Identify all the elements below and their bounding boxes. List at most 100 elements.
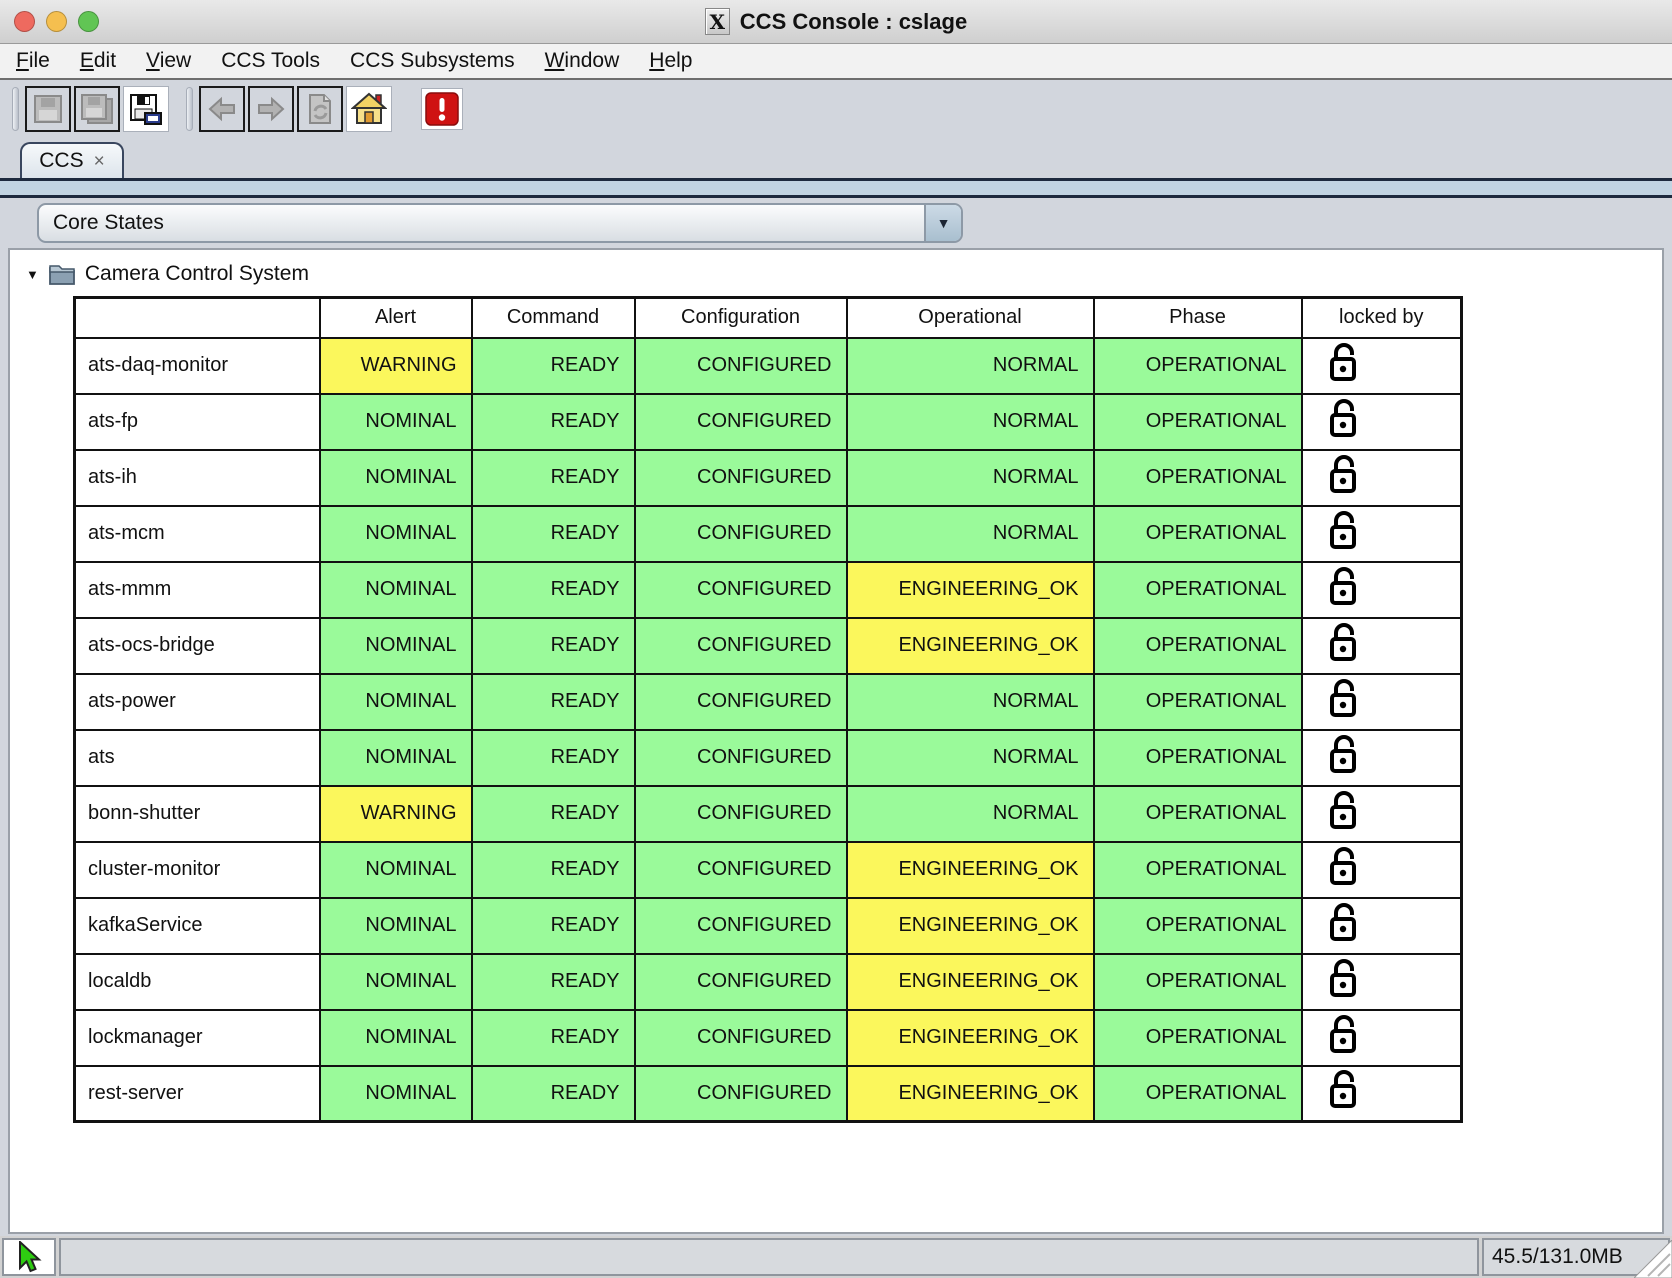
status-cell: ENGINEERING_OK	[847, 618, 1094, 674]
view-selector-dropdown[interactable]: Core States ▼	[37, 203, 963, 243]
subsystem-name: ats	[75, 730, 320, 786]
subsystem-state-table: AlertCommandConfigurationOperationalPhas…	[73, 296, 1463, 1123]
tab-ccs[interactable]: CCS ×	[20, 142, 124, 178]
status-cell: CONFIGURED	[635, 506, 847, 562]
status-cell: WARNING	[320, 338, 472, 394]
menu-item-ccs-subsystems[interactable]: CCS Subsystems	[350, 49, 515, 73]
status-cell: NORMAL	[847, 506, 1094, 562]
table-row-ats-mcm[interactable]: ats-mcmNOMINALREADYCONFIGUREDNORMALOPERA…	[75, 506, 1462, 562]
table-row-ats-ocs-bridge[interactable]: ats-ocs-bridgeNOMINALREADYCONFIGUREDENGI…	[75, 618, 1462, 674]
subsystem-name: rest-server	[75, 1066, 320, 1122]
menu-item-ccs-tools[interactable]: CCS Tools	[221, 49, 320, 73]
floppy-icon	[32, 93, 64, 125]
home-button[interactable]	[346, 86, 392, 132]
status-cell: OPERATIONAL	[1094, 842, 1302, 898]
locked-by-cell	[1302, 842, 1462, 898]
status-cell: NOMINAL	[320, 674, 472, 730]
table-row-kafkaService[interactable]: kafkaServiceNOMINALREADYCONFIGUREDENGINE…	[75, 898, 1462, 954]
subsystem-name: bonn-shutter	[75, 786, 320, 842]
status-cell: READY	[472, 562, 635, 618]
tab-close-icon[interactable]: ×	[94, 152, 105, 171]
locked-by-cell	[1302, 1066, 1462, 1122]
table-row-ats-ih[interactable]: ats-ihNOMINALREADYCONFIGUREDNORMALOPERAT…	[75, 450, 1462, 506]
table-row-cluster-monitor[interactable]: cluster-monitorNOMINALREADYCONFIGUREDENG…	[75, 842, 1462, 898]
save-as-button[interactable]	[123, 86, 169, 132]
home-icon	[351, 92, 387, 126]
table-row-ats-mmm[interactable]: ats-mmmNOMINALREADYCONFIGUREDENGINEERING…	[75, 562, 1462, 618]
tree-node-camera-control-system[interactable]: ▼ Camera Control System	[10, 250, 1662, 286]
folder-icon	[48, 262, 76, 286]
status-cell: OPERATIONAL	[1094, 618, 1302, 674]
dropdown-arrow-button[interactable]: ▼	[924, 205, 961, 241]
back-button[interactable]	[199, 86, 245, 132]
table-row-ats-fp[interactable]: ats-fpNOMINALREADYCONFIGUREDNORMALOPERAT…	[75, 394, 1462, 450]
status-cell: ENGINEERING_OK	[847, 898, 1094, 954]
unlocked-padlock-icon	[1325, 1068, 1361, 1112]
table-header: AlertCommandConfigurationOperationalPhas…	[75, 298, 1462, 338]
unlocked-padlock-icon	[1325, 509, 1361, 553]
unlocked-padlock-icon	[1325, 453, 1361, 497]
table-row-lockmanager[interactable]: lockmanagerNOMINALREADYCONFIGUREDENGINEE…	[75, 1010, 1462, 1066]
column-header-Command[interactable]: Command	[472, 298, 635, 338]
status-message-area	[59, 1238, 1479, 1276]
status-cell: CONFIGURED	[635, 394, 847, 450]
status-cell: ENGINEERING_OK	[847, 954, 1094, 1010]
status-cell: NOMINAL	[320, 954, 472, 1010]
status-cell: NORMAL	[847, 674, 1094, 730]
window-resize-grip[interactable]	[1634, 1240, 1672, 1278]
cursor-mode-indicator	[2, 1238, 56, 1276]
unlocked-padlock-icon	[1325, 341, 1361, 385]
table-row-ats[interactable]: atsNOMINALREADYCONFIGUREDNORMALOPERATION…	[75, 730, 1462, 786]
tab-strip: CCS ×	[0, 138, 1672, 178]
status-cell: CONFIGURED	[635, 562, 847, 618]
column-header-Phase[interactable]: Phase	[1094, 298, 1302, 338]
locked-by-cell	[1302, 1010, 1462, 1066]
table-row-localdb[interactable]: localdbNOMINALREADYCONFIGUREDENGINEERING…	[75, 954, 1462, 1010]
menu-item-file[interactable]: File	[16, 49, 50, 73]
tree-node-label: Camera Control System	[85, 262, 309, 286]
error-console-button[interactable]	[421, 88, 463, 130]
column-header-Operational[interactable]: Operational	[847, 298, 1094, 338]
toolbar-drag-handle[interactable]	[186, 87, 193, 131]
menu-item-help[interactable]: Help	[649, 49, 692, 73]
status-cell: READY	[472, 842, 635, 898]
tree-expander-icon[interactable]: ▼	[26, 267, 39, 282]
status-cell: CONFIGURED	[635, 450, 847, 506]
status-cell: OPERATIONAL	[1094, 1066, 1302, 1122]
column-header-Configuration[interactable]: Configuration	[635, 298, 847, 338]
locked-by-cell	[1302, 730, 1462, 786]
save-button[interactable]	[25, 86, 71, 132]
status-cell: CONFIGURED	[635, 1010, 847, 1066]
table-row-ats-power[interactable]: ats-powerNOMINALREADYCONFIGUREDNORMALOPE…	[75, 674, 1462, 730]
toolbar	[0, 80, 1672, 138]
save-all-button[interactable]	[74, 86, 120, 132]
status-cell: ENGINEERING_OK	[847, 1010, 1094, 1066]
table-row-rest-server[interactable]: rest-serverNOMINALREADYCONFIGUREDENGINEE…	[75, 1066, 1462, 1122]
content-panel: ▼ Camera Control System AlertCommandConf…	[8, 248, 1664, 1234]
table-row-ats-daq-monitor[interactable]: ats-daq-monitorWARNINGREADYCONFIGUREDNOR…	[75, 338, 1462, 394]
menu-item-view[interactable]: View	[146, 49, 191, 73]
forward-button[interactable]	[248, 86, 294, 132]
view-selector-value: Core States	[39, 211, 924, 235]
menu-bar: File Edit View CCS Tools CCS Subsystems Windo…	[0, 44, 1672, 80]
status-cell: OPERATIONAL	[1094, 562, 1302, 618]
toolbar-drag-handle[interactable]	[12, 87, 19, 131]
table-row-bonn-shutter[interactable]: bonn-shutterWARNINGREADYCONFIGUREDNORMAL…	[75, 786, 1462, 842]
subsystem-name: ats-daq-monitor	[75, 338, 320, 394]
menu-item-window[interactable]: Window	[545, 49, 620, 73]
arrow-left-icon	[206, 93, 238, 125]
status-cell: READY	[472, 394, 635, 450]
refresh-page-button[interactable]	[297, 86, 343, 132]
page-refresh-icon	[304, 93, 336, 125]
status-cell: NORMAL	[847, 786, 1094, 842]
status-cell: OPERATIONAL	[1094, 450, 1302, 506]
menu-item-edit[interactable]: Edit	[80, 49, 116, 73]
status-cell: ENGINEERING_OK	[847, 842, 1094, 898]
status-cell: CONFIGURED	[635, 730, 847, 786]
status-cell: NORMAL	[847, 450, 1094, 506]
column-header-locked by[interactable]: locked by	[1302, 298, 1462, 338]
status-cell: CONFIGURED	[635, 338, 847, 394]
locked-by-cell	[1302, 954, 1462, 1010]
column-header-Alert[interactable]: Alert	[320, 298, 472, 338]
column-header-name[interactable]	[75, 298, 320, 338]
